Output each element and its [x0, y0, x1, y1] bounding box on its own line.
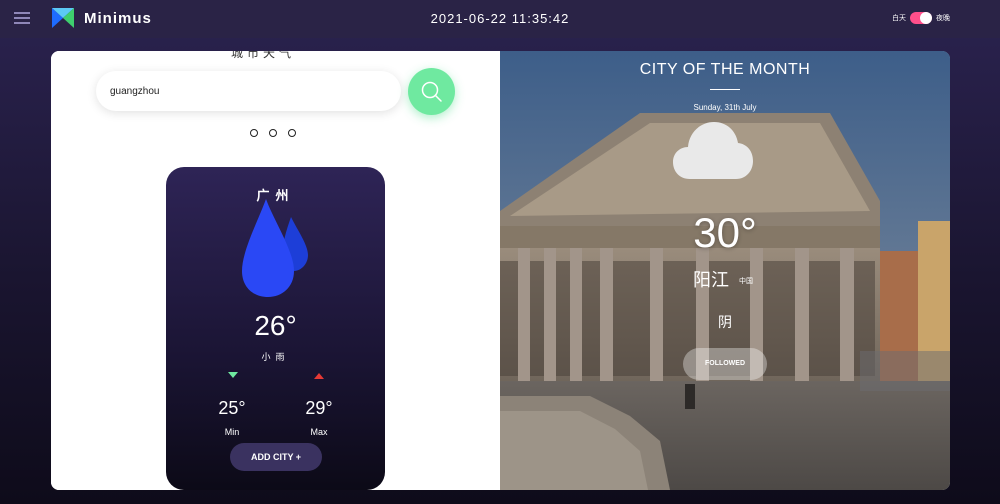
followed-button[interactable]: FOLLOWED: [683, 348, 767, 380]
page-dot[interactable]: [269, 129, 277, 137]
city-search-input[interactable]: [96, 71, 401, 111]
day-label: 白天: [892, 15, 906, 22]
theme-switch[interactable]: [910, 12, 932, 24]
min-arrow-icon: [228, 372, 238, 378]
city-of-month-title: CITY OF THE MONTH: [639, 61, 811, 78]
city-of-month-temperature: 30°: [693, 209, 757, 256]
city-of-month-date: Sunday, 31th July: [693, 103, 757, 112]
max-temperature: 29°: [305, 398, 333, 418]
pagination-dots: [250, 129, 296, 137]
city-of-month-country: 中国: [739, 278, 753, 285]
search-button[interactable]: [408, 68, 455, 115]
weather-card: 广州 26° 小雨 25° 29° Min Max ADD CITY +: [166, 167, 385, 490]
max-arrow-icon: [314, 373, 324, 379]
top-bar: Minimus 2021-06-22 11:35:42 白天 夜晚: [0, 0, 1000, 38]
search-icon: [421, 81, 442, 102]
rain-drops-icon: [242, 199, 308, 297]
add-city-button[interactable]: ADD CITY +: [230, 443, 322, 471]
min-temperature: 25°: [218, 398, 246, 418]
city-of-month-condition: 阴: [718, 314, 732, 330]
weather-temperature: 26°: [254, 310, 297, 341]
page-dot[interactable]: [250, 129, 258, 137]
clipped-heading: 城市天气: [231, 51, 296, 60]
current-datetime: 2021-06-22 11:35:42: [430, 11, 570, 26]
main-card: 城市天气 广州 26° 小雨 25° 29° Min M: [51, 51, 950, 490]
theme-toggle: 白天 夜晚: [892, 11, 950, 25]
night-label: 夜晚: [936, 15, 950, 22]
min-label: Min: [224, 427, 240, 437]
city-of-month-city: 阳江: [693, 270, 729, 290]
cloud-icon: [673, 122, 753, 179]
page-dot[interactable]: [288, 129, 296, 137]
title-divider: [710, 89, 740, 90]
left-panel: 城市天气 广州 26° 小雨 25° 29° Min M: [51, 51, 500, 490]
city-of-month-panel: CITY OF THE MONTH Sunday, 31th July 30° …: [500, 51, 950, 490]
max-label: Max: [310, 427, 328, 437]
weather-description: 小雨: [261, 352, 290, 362]
